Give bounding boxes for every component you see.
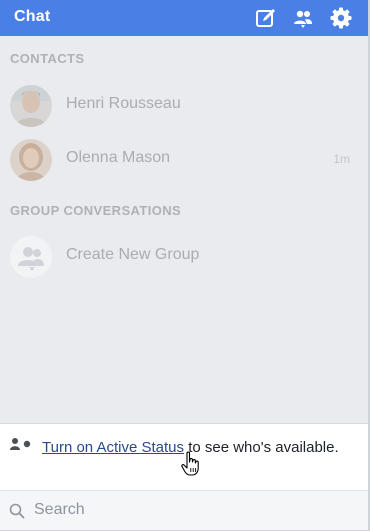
- search-bar: [0, 490, 368, 530]
- people-icon[interactable]: [291, 6, 315, 30]
- contact-row-henri[interactable]: Henri Rousseau: [0, 81, 368, 129]
- search-input[interactable]: [34, 495, 354, 525]
- contact-name: Olenna Mason: [66, 149, 171, 166]
- compose-icon[interactable]: [254, 6, 278, 30]
- turn-on-active-status-link[interactable]: Turn on Active Status: [42, 439, 184, 456]
- avatar: [10, 139, 52, 181]
- active-status-icon: [10, 438, 31, 450]
- search-icon: [9, 503, 25, 519]
- chat-header: Chat: [0, 0, 368, 36]
- contact-time: 1m: [333, 152, 350, 166]
- gear-icon[interactable]: [329, 6, 353, 30]
- group-avatar: [10, 236, 52, 278]
- group-conversations-section-label: GROUP CONVERSATIONS: [10, 203, 182, 218]
- hand-cursor-icon: [181, 451, 199, 476]
- create-new-group-row[interactable]: Create New Group: [0, 232, 368, 280]
- contacts-section-label: CONTACTS: [10, 51, 85, 66]
- avatar: [10, 85, 52, 127]
- chat-title: Chat: [14, 8, 51, 25]
- active-status-rest-text: to see who's available.: [184, 439, 339, 456]
- contact-row-olenna[interactable]: Olenna Mason 1m: [0, 135, 368, 183]
- chat-list: CONTACTS Henri Rousseau Olenna Mason 1m …: [0, 36, 368, 423]
- chat-panel: Chat CONTACTS Henri Rousseau Olenna Maso…: [0, 0, 370, 531]
- create-new-group-label: Create New Group: [66, 246, 200, 263]
- active-status-bar: Turn on Active Status to see who's avail…: [0, 423, 368, 490]
- contact-name: Henri Rousseau: [66, 95, 181, 112]
